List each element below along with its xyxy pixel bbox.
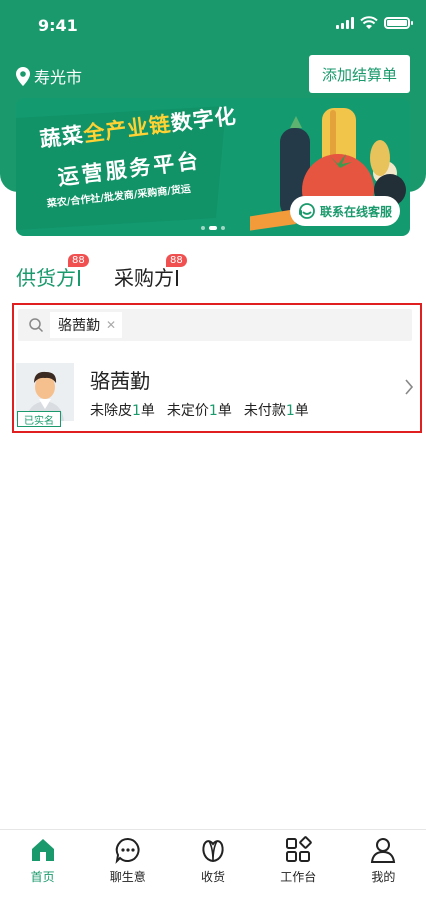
nav-chat-label: 聊生意 (109, 870, 146, 884)
stat-unit: 单 (294, 403, 309, 419)
search-input[interactable]: 骆茜勤 ✕ (18, 309, 412, 341)
carousel-dot (221, 226, 225, 230)
location-pin-icon (16, 66, 30, 86)
battery-icon (384, 17, 413, 29)
location-label: 寿光市 (34, 68, 83, 87)
tab-purchaser-label: 采购方 (114, 266, 174, 290)
search-icon (29, 318, 44, 333)
tab-supplier-label: 供货方 (16, 266, 76, 290)
wifi-icon (360, 16, 378, 29)
stat-unit: 单 (217, 403, 232, 419)
tab-supplier[interactable]: 供货方 88 (16, 254, 89, 292)
stat-label: 未除皮 (90, 403, 132, 419)
nav-profile-label: 我的 (371, 870, 396, 884)
profile-icon (371, 838, 396, 863)
nav-home-label: 首页 (30, 870, 55, 884)
location-selector[interactable]: 寿光市 (16, 64, 82, 88)
carousel-indicator (201, 226, 225, 230)
banner-title-prefix: 蔬菜 (38, 122, 86, 152)
stat-label: 未付款 (243, 403, 286, 419)
receive-icon (202, 840, 224, 863)
stat-untared: 未除皮1单 (90, 400, 155, 420)
stat-unit: 单 (140, 403, 155, 419)
stat-unpriced: 未定价1单 (167, 400, 232, 420)
tab-purchaser-badge: 88 (166, 254, 187, 267)
order-stats: 未除皮1单 未定价1单 未付款1单 (90, 400, 309, 420)
chat-icon (115, 837, 140, 864)
search-result-panel: 骆茜勤 ✕ 已实名 骆茜勤 未除皮1单 未定价1单 未付款1单 (12, 303, 422, 433)
add-settlement-button[interactable]: 添加结算单 (309, 55, 410, 93)
tab-supplier-badge: 88 (68, 254, 89, 267)
tab-cursor-mark (78, 270, 80, 286)
nav-workbench[interactable]: 工作台 (256, 830, 341, 903)
online-service-label: 联系在线客服 (319, 204, 392, 219)
customer-service-icon (298, 203, 315, 219)
online-service-button[interactable]: 联系在线客服 (289, 196, 400, 226)
home-icon (31, 839, 54, 861)
nav-receive-label: 收货 (201, 870, 226, 884)
signal-icon (336, 17, 354, 29)
nav-receive[interactable]: 收货 (170, 830, 255, 903)
bottom-navigation: 首页 聊生意 收货 工作台 我的 (0, 829, 426, 903)
contact-name: 骆茜勤 (90, 369, 150, 393)
stat-label: 未定价 (166, 403, 209, 419)
nav-chat[interactable]: 聊生意 (85, 830, 170, 903)
chevron-right-icon (405, 379, 414, 395)
nav-home[interactable]: 首页 (0, 830, 85, 903)
stat-count: 1 (132, 403, 141, 419)
carousel-dot (201, 226, 205, 230)
promo-banner[interactable]: 蔬菜全产业链数字化 运营服务平台 菜农/合作社/批发商/采购商/货运 联系在线客… (16, 98, 410, 236)
close-icon[interactable]: ✕ (106, 318, 116, 332)
list-item[interactable]: 已实名 骆茜勤 未除皮1单 未定价1单 未付款1单 (14, 345, 420, 431)
status-time: 9:41 (38, 16, 78, 35)
stat-unpaid: 未付款1单 (244, 400, 309, 420)
carousel-dot-active (209, 226, 217, 230)
banner-title-suffix: 数字化 (169, 103, 238, 136)
status-icons (336, 16, 413, 30)
search-keyword-chip[interactable]: 骆茜勤 ✕ (50, 312, 123, 338)
tab-purchaser[interactable]: 采购方 88 (114, 254, 187, 292)
party-tabs: 供货方 88 采购方 88 (16, 254, 187, 292)
tab-cursor-mark (176, 270, 178, 286)
nav-profile[interactable]: 我的 (341, 830, 426, 903)
workbench-icon (286, 836, 312, 862)
verified-badge: 已实名 (17, 411, 61, 427)
search-keyword: 骆茜勤 (58, 318, 100, 334)
nav-workbench-label: 工作台 (280, 870, 317, 884)
stat-count: 1 (285, 403, 295, 419)
stat-count: 1 (208, 403, 218, 419)
status-bar: 9:41 (0, 0, 426, 50)
